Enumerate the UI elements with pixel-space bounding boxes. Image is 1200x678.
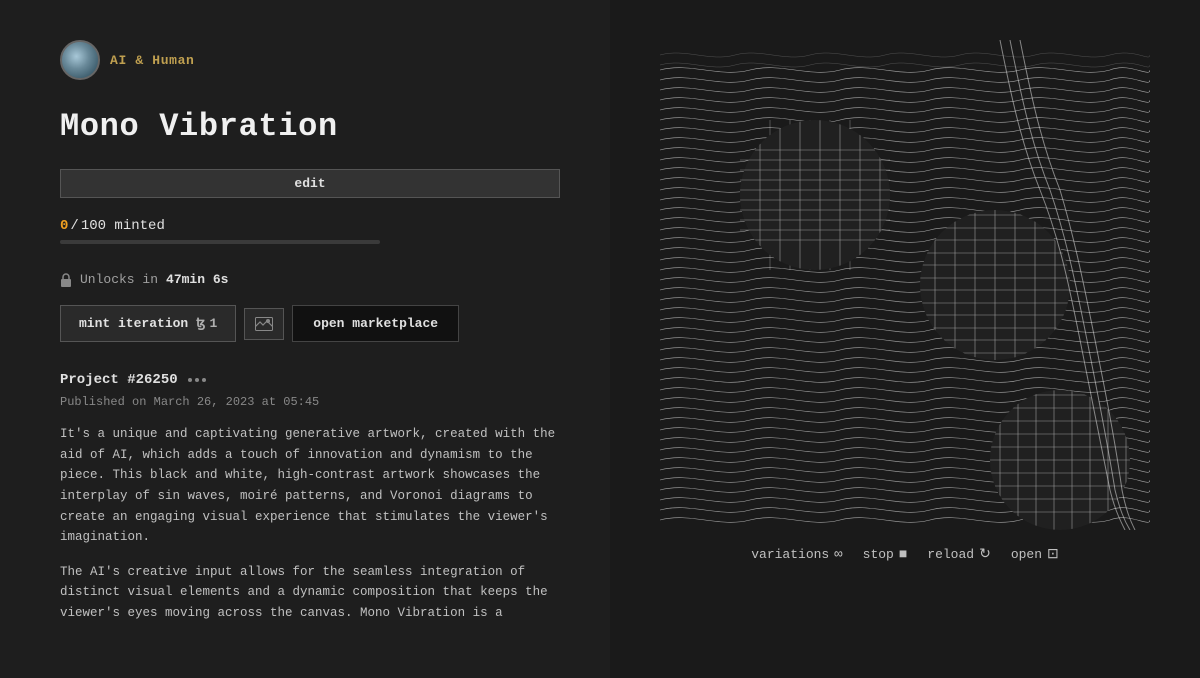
reload-icon: ↻ <box>979 546 991 563</box>
project-info: Project #26250 Published on March 26, 20… <box>60 372 560 410</box>
dot-1 <box>188 378 192 382</box>
mint-price-value: 1 <box>209 316 217 331</box>
avatar <box>60 40 100 80</box>
project-title: Mono Vibration <box>60 108 560 145</box>
variations-label: variations <box>751 547 829 562</box>
open-label: open <box>1011 547 1042 562</box>
image-icon-button[interactable] <box>244 308 284 340</box>
mint-button[interactable]: mint iteration ꜩ 1 <box>60 305 236 342</box>
dot-3 <box>202 378 206 382</box>
open-control[interactable]: open ⊡ <box>1011 546 1059 563</box>
unlock-row: Unlocks in 47min 6s <box>60 272 560 287</box>
minted-current: 0 <box>60 218 68 234</box>
minted-separator: / <box>70 218 78 234</box>
lock-icon <box>60 273 72 287</box>
action-row: mint iteration ꜩ 1 open marketplace <box>60 305 560 342</box>
artwork-controls: variations ∞ stop ■ reload ↻ open ⊡ <box>751 546 1059 563</box>
dot-2 <box>195 378 199 382</box>
tezos-icon: ꜩ <box>196 316 205 331</box>
description-paragraph-2: The AI's creative input allows for the s… <box>60 562 560 624</box>
dots-menu[interactable] <box>188 378 206 382</box>
unlock-time: 47min 6s <box>166 272 228 287</box>
publish-date: Published on March 26, 2023 at 05:45 <box>60 395 319 409</box>
author-row: AI & Human <box>60 40 560 80</box>
artwork-container <box>660 40 1150 530</box>
stop-icon: ■ <box>899 547 907 563</box>
author-name[interactable]: AI & Human <box>110 53 195 68</box>
right-panel: variations ∞ stop ■ reload ↻ open ⊡ <box>610 0 1200 678</box>
image-icon <box>255 317 273 331</box>
reload-label: reload <box>927 547 974 562</box>
mint-price: ꜩ 1 <box>196 316 217 331</box>
reload-control[interactable]: reload ↻ <box>927 546 991 563</box>
open-icon: ⊡ <box>1047 546 1059 563</box>
stop-control[interactable]: stop ■ <box>863 547 908 563</box>
description-paragraph-1: It's a unique and captivating generative… <box>60 424 560 548</box>
unlock-prefix: Unlocks in <box>80 272 158 287</box>
minted-total: 100 minted <box>81 218 165 234</box>
description: It's a unique and captivating generative… <box>60 424 560 638</box>
stop-label: stop <box>863 547 894 562</box>
edit-button[interactable]: edit <box>60 169 560 198</box>
minted-label: 0 / 100 minted <box>60 218 560 234</box>
project-number: Project #26250 <box>60 372 178 388</box>
artwork-svg <box>660 40 1150 530</box>
variations-icon: ∞ <box>834 547 842 563</box>
progress-bar <box>60 240 380 244</box>
minted-section: 0 / 100 minted <box>60 218 560 244</box>
mint-label: mint iteration <box>79 316 188 331</box>
open-marketplace-button[interactable]: open marketplace <box>292 305 459 342</box>
variations-control[interactable]: variations ∞ <box>751 547 842 563</box>
project-number-row: Project #26250 <box>60 372 560 388</box>
